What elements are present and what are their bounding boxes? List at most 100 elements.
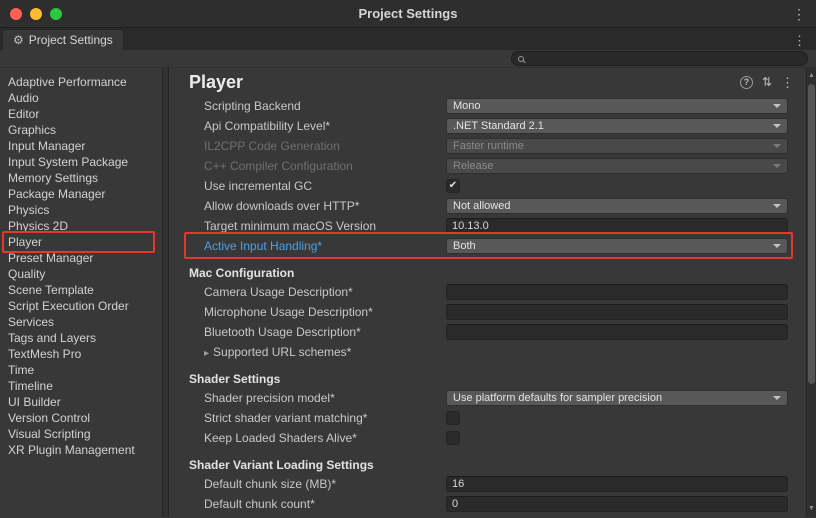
search-icon bbox=[518, 56, 524, 62]
gear-icon: ⚙ bbox=[13, 34, 24, 46]
dropdown-value: Faster runtime bbox=[453, 140, 769, 152]
scrollbar-thumb[interactable] bbox=[808, 84, 815, 384]
dropdown-arrow-icon bbox=[773, 244, 781, 248]
traffic-lights bbox=[10, 8, 62, 20]
default-chunk-size-mb-field[interactable] bbox=[446, 476, 788, 492]
setting-label: Use incremental GC bbox=[169, 179, 446, 193]
setting-row-default-chunk-count: Default chunk count* bbox=[169, 494, 806, 514]
setting-row-c-compiler-configuration: C++ Compiler Configuration Release bbox=[169, 156, 806, 176]
section-header-shader-variant-loading-settings: Shader Variant Loading Settings bbox=[169, 448, 806, 474]
sidebar-item-script-execution-order[interactable]: Script Execution Order bbox=[0, 298, 162, 314]
dropdown-arrow-icon bbox=[773, 396, 781, 400]
sidebar-item-physics-2d[interactable]: Physics 2D bbox=[0, 218, 162, 234]
setting-row-override: Override bbox=[169, 514, 806, 517]
sidebar-item-editor[interactable]: Editor bbox=[0, 106, 162, 122]
panel-kebab-menu-icon[interactable]: ⋮ bbox=[781, 76, 794, 89]
default-chunk-count-field[interactable] bbox=[446, 496, 788, 512]
tab-bar: ⚙ Project Settings ⋮ bbox=[0, 28, 816, 50]
setting-label: C++ Compiler Configuration bbox=[169, 159, 446, 173]
search-box[interactable] bbox=[511, 51, 808, 66]
sidebar-item-services[interactable]: Services bbox=[0, 314, 162, 330]
sidebar-item-timeline[interactable]: Timeline bbox=[0, 378, 162, 394]
dropdown-arrow-icon bbox=[773, 124, 781, 128]
sidebar-item-scene-template[interactable]: Scene Template bbox=[0, 282, 162, 298]
sidebar-item-tags-and-layers[interactable]: Tags and Layers bbox=[0, 330, 162, 346]
minimize-window-button[interactable] bbox=[30, 8, 42, 20]
titlebar: Project Settings ⋮ bbox=[0, 0, 816, 28]
setting-label: IL2CPP Code Generation bbox=[169, 139, 446, 153]
setting-label: Target minimum macOS Version bbox=[169, 219, 446, 233]
sidebar-item-xr-plugin-management[interactable]: XR Plugin Management bbox=[0, 442, 162, 458]
bluetooth-usage-description-field[interactable] bbox=[446, 324, 788, 340]
sidebar-item-visual-scripting[interactable]: Visual Scripting bbox=[0, 426, 162, 442]
sidebar-item-adaptive-performance[interactable]: Adaptive Performance bbox=[0, 74, 162, 90]
sidebar-item-ui-builder[interactable]: UI Builder bbox=[0, 394, 162, 410]
setting-label: Allow downloads over HTTP* bbox=[169, 199, 446, 213]
scroll-down-icon[interactable]: ▼ bbox=[807, 505, 816, 512]
dropdown-value: Not allowed bbox=[453, 200, 769, 212]
sidebar-item-quality[interactable]: Quality bbox=[0, 266, 162, 282]
project-settings-window: Project Settings ⋮ ⚙ Project Settings ⋮ … bbox=[0, 0, 816, 518]
keep-loaded-shaders-alive-checkbox[interactable] bbox=[446, 431, 460, 445]
setting-label: Default chunk count* bbox=[169, 497, 446, 511]
scripting-backend-dropdown[interactable]: Mono bbox=[446, 98, 788, 114]
scroll-up-icon[interactable]: ▲ bbox=[807, 72, 816, 79]
sidebar-item-preset-manager[interactable]: Preset Manager bbox=[0, 250, 162, 266]
active-input-handling-dropdown[interactable]: Both bbox=[446, 238, 788, 254]
sidebar-item-input-manager[interactable]: Input Manager bbox=[0, 138, 162, 154]
setting-row-camera-usage-description: Camera Usage Description* bbox=[169, 282, 806, 302]
dropdown-arrow-icon bbox=[773, 104, 781, 108]
use-incremental-gc-checkbox[interactable]: ✔ bbox=[446, 179, 460, 193]
titlebar-kebab-menu-icon[interactable]: ⋮ bbox=[792, 7, 806, 21]
target-minimum-macos-version-field[interactable] bbox=[446, 218, 788, 234]
setting-row-keep-loaded-shaders-alive: Keep Loaded Shaders Alive* bbox=[169, 428, 806, 448]
setting-row-use-incremental-gc: Use incremental GC✔ bbox=[169, 176, 806, 196]
zoom-window-button[interactable] bbox=[50, 8, 62, 20]
content-area: Adaptive PerformanceAudioEditorGraphicsI… bbox=[0, 68, 816, 517]
tab-area-kebab-menu-icon[interactable]: ⋮ bbox=[793, 34, 806, 47]
sidebar-item-package-manager[interactable]: Package Manager bbox=[0, 186, 162, 202]
help-icon[interactable]: ? bbox=[740, 76, 753, 89]
sidebar-item-player[interactable]: Player bbox=[0, 234, 162, 250]
setting-row-api-compatibility-level: Api Compatibility Level*.NET Standard 2.… bbox=[169, 116, 806, 136]
microphone-usage-description-field[interactable] bbox=[446, 304, 788, 320]
sidebar-item-audio[interactable]: Audio bbox=[0, 90, 162, 106]
vertical-scrollbar[interactable]: ▲ ▼ bbox=[806, 68, 816, 517]
settings-panel: Player ? ⇅ ⋮ Scripting BackendMonoApi Co… bbox=[169, 68, 806, 517]
foldout-arrow-icon[interactable]: ▸ bbox=[204, 348, 209, 359]
camera-usage-description-field[interactable] bbox=[446, 284, 788, 300]
sidebar-item-input-system-package[interactable]: Input System Package bbox=[0, 154, 162, 170]
setting-label: Default chunk size (MB)* bbox=[169, 477, 446, 491]
section-title: Mac Configuration bbox=[169, 266, 294, 280]
dropdown-arrow-icon bbox=[773, 164, 781, 168]
setting-row-scripting-backend: Scripting BackendMono bbox=[169, 96, 806, 116]
section-header-mac-configuration: Mac Configuration bbox=[169, 256, 806, 282]
shader-precision-model-dropdown[interactable]: Use platform defaults for sampler precis… bbox=[446, 390, 788, 406]
dropdown-value: Use platform defaults for sampler precis… bbox=[453, 392, 769, 404]
dropdown-value: Release bbox=[453, 160, 769, 172]
setting-label: Active Input Handling* bbox=[169, 239, 446, 253]
setting-label[interactable]: ▸Supported URL schemes* bbox=[169, 345, 446, 359]
close-window-button[interactable] bbox=[10, 8, 22, 20]
sidebar-item-memory-settings[interactable]: Memory Settings bbox=[0, 170, 162, 186]
strict-shader-variant-matching-checkbox[interactable] bbox=[446, 411, 460, 425]
setting-row-microphone-usage-description: Microphone Usage Description* bbox=[169, 302, 806, 322]
setting-label: Api Compatibility Level* bbox=[169, 119, 446, 133]
sidebar-item-physics[interactable]: Physics bbox=[0, 202, 162, 218]
sidebar-item-graphics[interactable]: Graphics bbox=[0, 122, 162, 138]
sidebar-item-textmesh-pro[interactable]: TextMesh Pro bbox=[0, 346, 162, 362]
section-title: Shader Variant Loading Settings bbox=[169, 458, 374, 472]
panel-header-icons: ? ⇅ ⋮ bbox=[740, 76, 806, 89]
panel-header: Player ? ⇅ ⋮ bbox=[169, 68, 806, 96]
sidebar-item-time[interactable]: Time bbox=[0, 362, 162, 378]
search-input[interactable] bbox=[528, 52, 807, 65]
section-header-shader-settings: Shader Settings bbox=[169, 362, 806, 388]
tab-project-settings[interactable]: ⚙ Project Settings bbox=[2, 29, 124, 50]
allow-downloads-over-http-dropdown[interactable]: Not allowed bbox=[446, 198, 788, 214]
presets-icon[interactable]: ⇅ bbox=[762, 76, 772, 88]
setting-label: Camera Usage Description* bbox=[169, 285, 446, 299]
sidebar-splitter[interactable] bbox=[162, 68, 169, 517]
sidebar-item-version-control[interactable]: Version Control bbox=[0, 410, 162, 426]
setting-row-strict-shader-variant-matching: Strict shader variant matching* bbox=[169, 408, 806, 428]
api-compatibility-level-dropdown[interactable]: .NET Standard 2.1 bbox=[446, 118, 788, 134]
